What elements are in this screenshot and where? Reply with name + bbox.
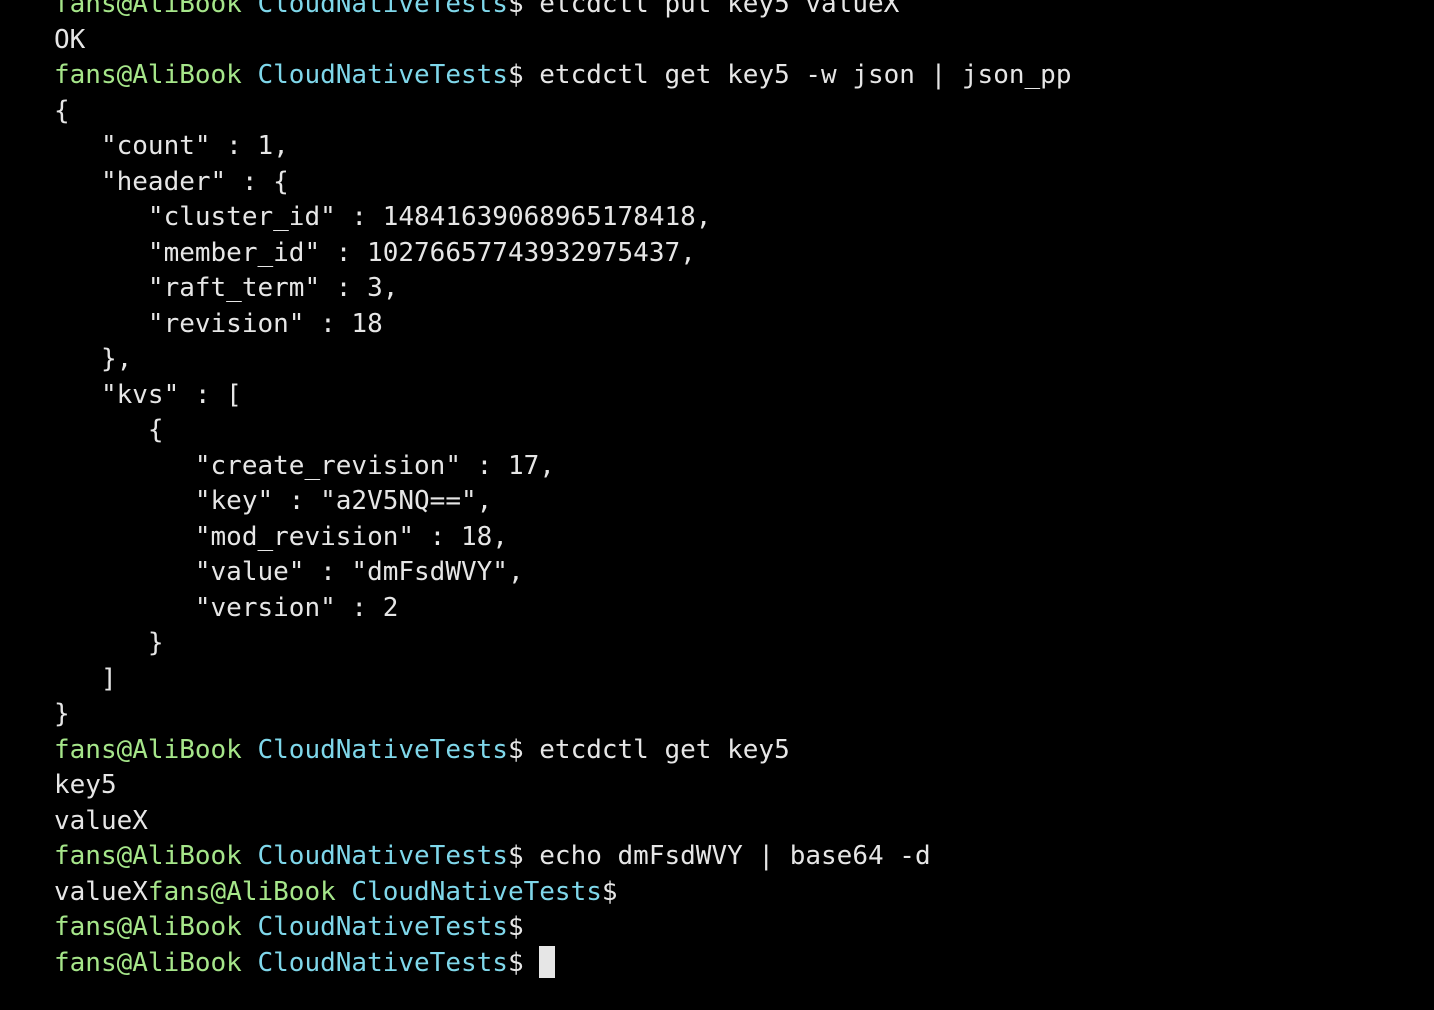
output-text: {	[54, 95, 70, 126]
command-text: etcdctl get key5 -w json | json_pp	[523, 60, 1072, 90]
output-line: },	[54, 342, 1414, 378]
output-line: "create_revision" : 17,	[54, 449, 1414, 485]
output-text: {	[54, 415, 164, 445]
output-text: key5	[54, 770, 117, 800]
prompt-line: fans@AliBook CloudNativeTests$ etcdctl g…	[54, 733, 1414, 769]
output-line: {	[54, 94, 1414, 130]
output-text: "version" : 2	[54, 592, 399, 623]
prompt-symbol: $	[507, 734, 524, 765]
output-line: valueX	[54, 804, 1414, 840]
output-line: "member_id" : 10276657743932975437,	[54, 236, 1414, 272]
terminal-output: fans@AliBook CloudNativeTests$ etcdctl p…	[54, 0, 1414, 981]
output-text: ]	[54, 663, 117, 694]
output-text: "header" : {	[54, 166, 289, 197]
output-line: "value" : "dmFsdWVY",	[54, 555, 1414, 591]
prompt-line: fans@AliBook CloudNativeTests$	[54, 945, 1414, 982]
prompt-dir: CloudNativeTests	[257, 0, 508, 19]
prompt-symbol: $	[507, 912, 524, 942]
prompt-dir: CloudNativeTests	[257, 60, 508, 90]
output-text: valueX	[54, 876, 148, 907]
output-line: "cluster_id" : 14841639068965178418,	[54, 200, 1414, 236]
prompt-dir: CloudNativeTests	[257, 734, 508, 765]
prompt-line: fans@AliBook CloudNativeTests$ echo dmFs…	[54, 839, 1414, 875]
output-text: "raft_term" : 3,	[54, 273, 399, 303]
terminal-window[interactable]: fans@AliBook CloudNativeTests$ etcdctl p…	[0, 0, 1434, 1010]
output-text: "key" : "a2V5NQ==",	[54, 486, 493, 516]
prompt-user: fans@AliBook	[54, 734, 242, 765]
prompt-line: fans@AliBook CloudNativeTests$ etcdctl g…	[54, 58, 1414, 94]
prompt-dir: CloudNativeTests	[257, 912, 508, 942]
output-line: OK	[54, 23, 1414, 59]
prompt-user: fans@AliBook	[54, 912, 242, 942]
prompt-line: fans@AliBook CloudNativeTests$	[54, 910, 1414, 946]
output-text: valueX	[54, 805, 148, 836]
prompt-symbol: $	[507, 841, 524, 871]
output-text: "value" : "dmFsdWVY",	[54, 557, 524, 587]
prompt-symbol: $	[507, 947, 524, 978]
prompt-user: fans@AliBook	[54, 947, 242, 978]
output-line: }	[54, 697, 1414, 733]
prompt-user: fans@AliBook	[54, 60, 242, 90]
output-line: }	[54, 626, 1414, 662]
prompt-dir: CloudNativeTests	[257, 841, 508, 871]
prompt-symbol: $	[601, 876, 618, 907]
output-line: "key" : "a2V5NQ==",	[54, 484, 1414, 520]
output-line: "version" : 2	[54, 591, 1414, 627]
output-line: "mod_revision" : 18,	[54, 520, 1414, 556]
output-text: "cluster_id" : 14841639068965178418,	[54, 202, 712, 232]
command-text	[524, 948, 540, 978]
output-text: }	[54, 628, 164, 658]
output-text: "mod_revision" : 18,	[54, 521, 508, 552]
prompt-dir: CloudNativeTests	[257, 947, 508, 978]
output-text: },	[54, 344, 133, 374]
output-line: key5	[54, 768, 1414, 804]
output-text: "kvs" : [	[54, 379, 242, 410]
output-text: }	[54, 699, 70, 729]
output-text: "member_id" : 10276657743932975437,	[54, 237, 696, 268]
output-line: ]	[54, 662, 1414, 698]
output-line: valueXfans@AliBook CloudNativeTests$	[54, 875, 1414, 911]
output-text: OK	[54, 24, 86, 55]
output-text: "create_revision" : 17,	[54, 450, 555, 481]
command-text: etcdctl get key5	[523, 734, 790, 765]
prompt-symbol: $	[507, 60, 524, 90]
prompt-line: fans@AliBook CloudNativeTests$ etcdctl p…	[54, 0, 1414, 23]
prompt-user: fans@AliBook	[54, 0, 242, 19]
cursor-block	[539, 945, 556, 978]
prompt-dir: CloudNativeTests	[351, 876, 602, 907]
output-text: "count" : 1,	[54, 131, 289, 161]
command-text: echo dmFsdWVY | base64 -d	[523, 841, 931, 871]
output-line: "count" : 1,	[54, 129, 1414, 165]
prompt-user: fans@AliBook	[147, 876, 336, 907]
output-line: {	[54, 413, 1414, 449]
prompt-user: fans@AliBook	[54, 841, 242, 871]
command-text: etcdctl put key5 valueX	[523, 0, 900, 19]
output-line: "revision" : 18	[54, 307, 1414, 343]
output-line: "kvs" : [	[54, 378, 1414, 414]
output-line: "raft_term" : 3,	[54, 271, 1414, 307]
prompt-symbol: $	[507, 0, 524, 19]
output-text: "revision" : 18	[54, 308, 383, 339]
output-line: "header" : {	[54, 165, 1414, 201]
